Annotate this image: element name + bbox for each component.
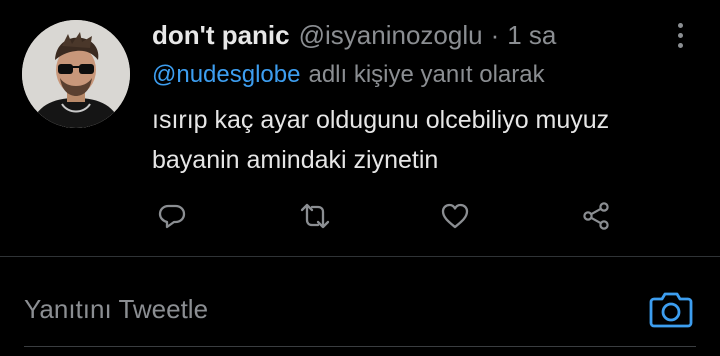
share-icon[interactable] xyxy=(578,198,614,234)
display-name[interactable]: don't panic xyxy=(152,20,290,51)
reply-icon[interactable] xyxy=(154,198,190,234)
tweet-text-line: bayanin amindaki ziynetin xyxy=(152,146,439,174)
reply-mention-link[interactable]: @nudesglobe xyxy=(152,61,300,89)
reply-context: @nudesglobe adlı kişiye yanıt olarak xyxy=(152,58,545,92)
like-icon[interactable] xyxy=(437,198,473,234)
user-handle[interactable]: @isyaninozoglu xyxy=(299,20,483,51)
more-options-icon[interactable] xyxy=(668,20,692,50)
tweet-text-line: ısırıp kaç ayar oldugunu olcebiliyo muyu… xyxy=(152,106,610,134)
tweet-header: don't panic @isyaninozoglu · 1 sa xyxy=(152,17,556,53)
timestamp[interactable]: 1 sa xyxy=(507,20,556,51)
reply-input[interactable]: Yanıtını Tweetle xyxy=(24,287,624,331)
separator-dot: · xyxy=(490,19,500,50)
tweet-text: ısırıp kaç ayar oldugunu olcebiliyo muyu… xyxy=(152,100,712,180)
avatar-photo xyxy=(22,20,130,128)
input-underline xyxy=(24,346,696,347)
retweet-icon[interactable] xyxy=(297,198,333,234)
reply-context-label: adlı kişiye yanıt olarak xyxy=(308,61,545,88)
reply-compose-bar: Yanıtını Tweetle xyxy=(0,257,720,356)
camera-icon[interactable] xyxy=(648,287,694,331)
tweet[interactable]: don't panic @isyaninozoglu · 1 sa @nudes… xyxy=(0,0,720,256)
avatar[interactable] xyxy=(22,20,130,128)
